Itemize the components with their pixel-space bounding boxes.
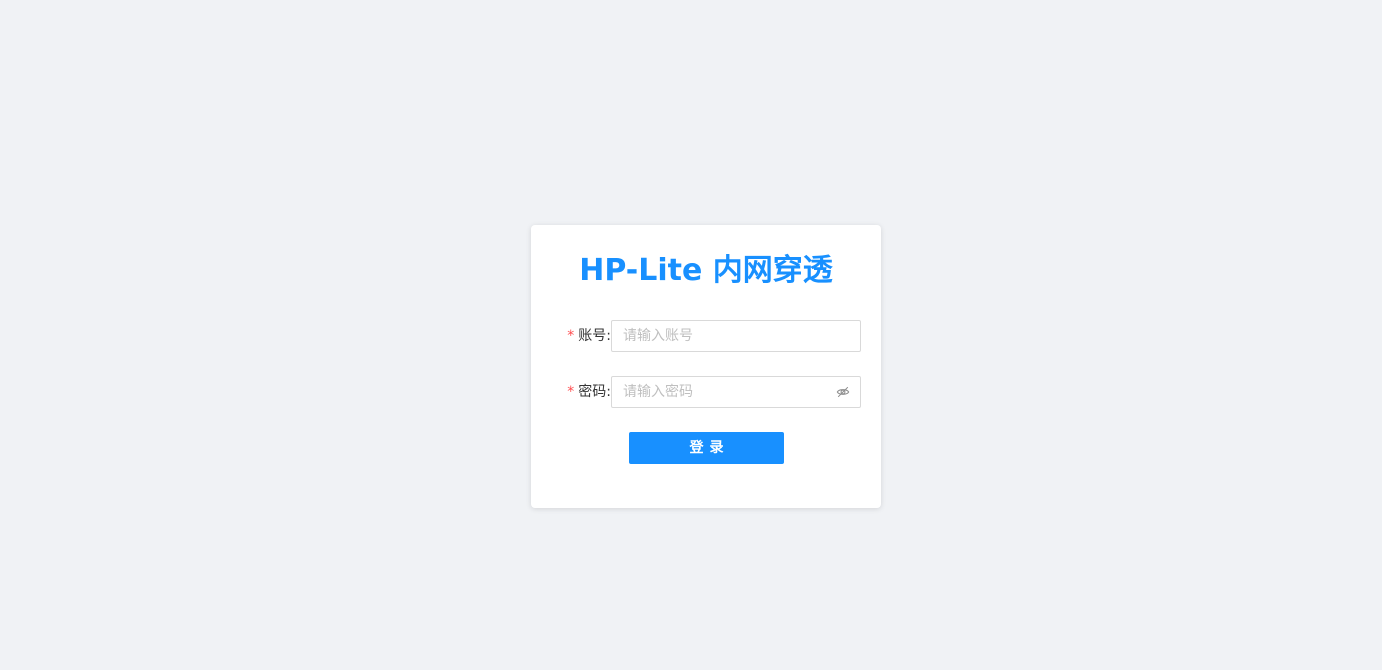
password-label-text: 密码:	[578, 384, 611, 400]
password-input[interactable]	[612, 377, 860, 407]
username-input[interactable]	[612, 321, 860, 351]
username-form-item: * 账号:	[531, 320, 881, 352]
required-mark: *	[567, 328, 575, 344]
username-input-wrapper[interactable]	[611, 320, 861, 352]
login-title: HP-Lite 内网穿透	[579, 253, 833, 288]
required-mark: *	[567, 384, 575, 400]
username-label-text: 账号:	[578, 328, 611, 344]
password-label: * 密码:	[551, 376, 611, 408]
password-input-wrapper[interactable]	[611, 376, 861, 408]
username-label: * 账号:	[551, 320, 611, 352]
login-card: HP-Lite 内网穿透 *账号: *密码: 登录	[531, 225, 881, 508]
login-button[interactable]: 登录	[629, 432, 784, 464]
eye-invisible-icon[interactable]	[836, 385, 850, 399]
password-form-item: * 密码:	[531, 376, 881, 408]
